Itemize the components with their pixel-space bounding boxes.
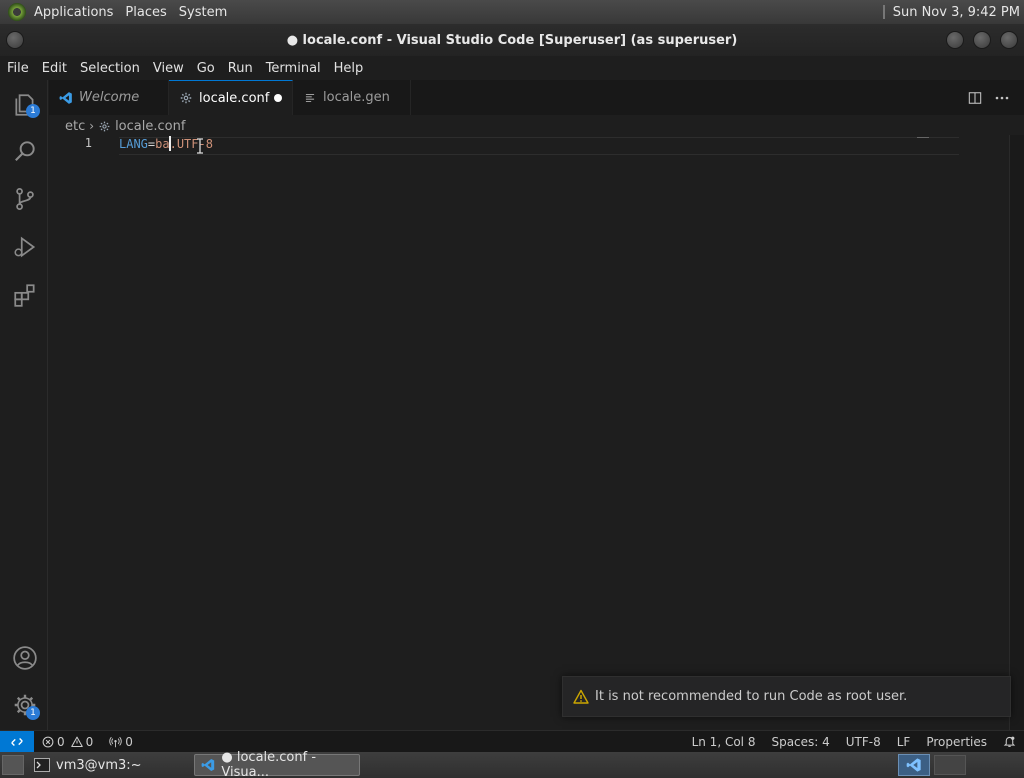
window-titlebar[interactable]: ● locale.conf - Visual Studio Code [Supe… [0, 24, 1024, 56]
tab-actions [968, 80, 1024, 115]
remote-icon [11, 737, 23, 746]
vscode-icon [201, 759, 215, 771]
system-menu[interactable]: System [173, 5, 233, 20]
lines-icon [305, 93, 315, 102]
remote-indicator[interactable] [0, 730, 34, 753]
editor-tabs: Welcome locale.conf locale.gen [49, 80, 1024, 115]
menu-bar: File Edit Selection View Go Run Terminal… [0, 56, 1024, 80]
task-vscode[interactable]: ● locale.conf - Visua... [194, 750, 360, 778]
minimap-marker[interactable] [917, 137, 929, 138]
tab-locale-conf[interactable]: locale.conf [169, 80, 293, 115]
ibeam-cursor-icon [197, 138, 203, 154]
tab-label: Welcome [79, 90, 140, 105]
taskbar: vm3@vm3:~ ● locale.conf - Visua... [0, 750, 1024, 778]
notification-message: It is not recommended to run Code as roo… [595, 689, 908, 704]
problems-indicator[interactable]: 0 0 [34, 735, 101, 749]
menu-run[interactable]: Run [221, 61, 259, 76]
menu-terminal[interactable]: Terminal [259, 61, 327, 76]
encoding[interactable]: UTF-8 [838, 735, 889, 749]
applications-menu[interactable]: Applications [28, 5, 119, 20]
tab-locale-gen[interactable]: locale.gen [293, 80, 411, 115]
ports-indicator[interactable]: 0 [101, 735, 141, 749]
end-of-line[interactable]: LF [889, 735, 919, 749]
gear-icon [99, 121, 110, 131]
line-number: 1 [84, 136, 92, 150]
task-label: vm3@vm3:~ [56, 757, 142, 773]
extensions-icon[interactable] [12, 282, 38, 308]
breadcrumb-file[interactable]: locale.conf [115, 119, 185, 134]
distro-logo-icon[interactable] [8, 3, 26, 21]
source-control-icon[interactable] [12, 186, 38, 212]
editor-scrollbar[interactable] [1009, 135, 1024, 730]
status-bar: 0 0 0 Ln 1, Col 8 Spaces: 4 UTF-8 LF Pro… [0, 730, 1024, 753]
settings-badge: 1 [26, 706, 40, 720]
task-label: ● locale.conf - Visua... [221, 750, 317, 778]
breadcrumb-folder[interactable]: etc [65, 119, 85, 134]
error-count: 0 [57, 734, 65, 749]
vscode-icon [906, 758, 921, 772]
menu-help[interactable]: Help [327, 61, 370, 76]
split-editor-icon[interactable] [968, 91, 982, 105]
more-actions-icon[interactable] [994, 91, 1010, 105]
workspace-switcher[interactable] [934, 755, 966, 775]
panel-separator [882, 5, 885, 19]
clock[interactable]: Sun Nov 3, 9:42 PM [893, 5, 1024, 20]
token-value-end: .UTF-8 [169, 137, 213, 151]
window-title: ● locale.conf - Visual Studio Code [Supe… [286, 32, 738, 48]
tab-welcome[interactable]: Welcome [49, 80, 169, 115]
vscode-icon [59, 91, 72, 104]
chevron-right-icon: › [89, 119, 95, 133]
warning-icon [70, 736, 83, 747]
bell-icon [1003, 736, 1016, 747]
task-terminal[interactable]: vm3@vm3:~ [28, 754, 188, 776]
workspace-switcher-active[interactable] [898, 754, 930, 776]
breadcrumb: etc › locale.conf [65, 117, 185, 135]
menu-file[interactable]: File [0, 61, 35, 76]
status-bar-right: Ln 1, Col 8 Spaces: 4 UTF-8 LF Propertie… [684, 735, 1024, 749]
activity-bar: 1 1 [0, 80, 48, 730]
broadcast-icon [109, 736, 122, 747]
explorer-badge: 1 [26, 104, 40, 118]
ports-count: 0 [125, 734, 133, 749]
warning-icon [573, 689, 589, 704]
tab-label: locale.conf [199, 90, 270, 106]
menu-edit[interactable]: Edit [35, 61, 73, 76]
current-line-highlight [119, 137, 959, 155]
notification-toast[interactable]: It is not recommended to run Code as roo… [562, 676, 1011, 717]
search-icon[interactable] [12, 138, 38, 164]
account-icon[interactable] [12, 645, 38, 671]
menu-selection[interactable]: Selection [73, 61, 146, 76]
editor-area[interactable]: 1 LANG=ba.UTF-8 [49, 135, 1009, 730]
menu-view[interactable]: View [146, 61, 190, 76]
gear-icon [180, 92, 192, 104]
cursor-position[interactable]: Ln 1, Col 8 [684, 735, 764, 749]
unsaved-dot-icon[interactable] [274, 94, 282, 102]
menu-go[interactable]: Go [190, 61, 221, 76]
minimize-button[interactable] [946, 31, 964, 49]
window-menu-button[interactable] [6, 31, 24, 49]
close-button[interactable] [1000, 31, 1018, 49]
indentation[interactable]: Spaces: 4 [763, 735, 837, 749]
top-panel: Applications Places System Sun Nov 3, 9:… [0, 0, 1024, 24]
notifications-bell[interactable] [995, 735, 1024, 748]
run-debug-icon[interactable] [12, 234, 38, 260]
warning-count: 0 [85, 734, 94, 749]
token-value-start: ba [155, 137, 170, 151]
places-menu[interactable]: Places [119, 5, 172, 20]
token-key: LANG [119, 137, 148, 151]
tab-label: locale.gen [323, 90, 390, 105]
maximize-button[interactable] [973, 31, 991, 49]
show-desktop-icon[interactable] [2, 755, 24, 775]
error-icon [42, 736, 54, 747]
language-mode[interactable]: Properties [918, 735, 995, 749]
terminal-icon [34, 758, 50, 772]
